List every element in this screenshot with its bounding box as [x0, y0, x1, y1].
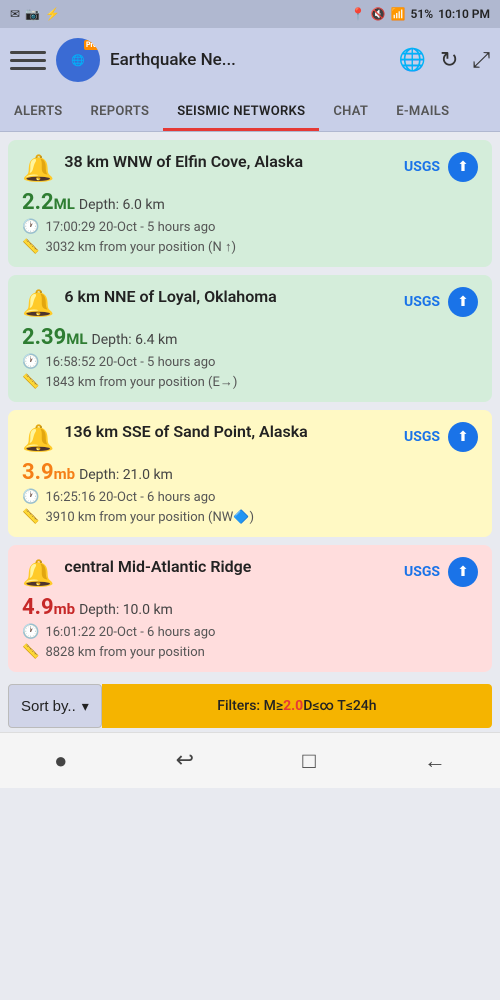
earthquake-card-2[interactable]: 🔔 6 km NNE of Loyal, Oklahoma USGS ⬆ 2.3… [8, 275, 492, 402]
bottom-navigation: ● ↩ □ ← [0, 732, 500, 788]
sort-filter-bar: Sort by.. ▾ Filters: M≥2.0 D≤∞ T≤24h [8, 684, 492, 728]
earthquake-distance-2: 1843 km from your position (E→) [45, 374, 237, 390]
earthquake-magnitude-3: 3.9 [22, 460, 54, 485]
nav-arrow-back-icon[interactable]: ← [424, 748, 446, 774]
share-button-1[interactable]: ⬆ [448, 152, 478, 182]
earthquake-alert-icon-2: 🔔 [22, 289, 54, 319]
refresh-icon[interactable]: ↻ [440, 48, 458, 73]
earthquake-depth-2: Depth: 6.4 km [92, 332, 178, 348]
menu-button[interactable] [10, 51, 46, 70]
tabs-bar: ALERTS REPORTS SEISMIC NETWORKS CHAT E-M… [0, 92, 500, 132]
earthquake-time-3: 16:25:16 20-Oct - 6 hours ago [45, 490, 215, 505]
filter-suffix: D≤∞ T≤24h [303, 698, 376, 714]
filter-m-value: 2.0 [283, 698, 303, 714]
camera-icon: 📷 [25, 7, 40, 21]
earthquake-card-4[interactable]: 🔔 central Mid-Atlantic Ridge USGS ⬆ 4.9m… [8, 545, 492, 672]
earthquake-distance-1: 3032 km from your position (N ↑) [45, 239, 236, 255]
earthquake-location-1: 38 km WNW of Elfin Cove, Alaska [64, 152, 404, 173]
distance-icon-4: 📏 [22, 644, 39, 660]
tab-emails[interactable]: E-MAILS [382, 92, 463, 131]
sort-chevron-icon: ▾ [82, 698, 89, 715]
mail-icon: ✉ [10, 7, 20, 21]
status-left-icons: ✉ 📷 ⚡ [10, 7, 60, 21]
earthquake-mag-type-3: mb [54, 465, 75, 483]
earthquake-card-3[interactable]: 🔔 136 km SSE of Sand Point, Alaska USGS … [8, 410, 492, 537]
earthquake-time-2: 16:58:52 20-Oct - 5 hours ago [45, 355, 215, 370]
earthquake-location-4: central Mid-Atlantic Ridge [64, 557, 404, 578]
share-button-2[interactable]: ⬆ [448, 287, 478, 317]
earthquake-mag-type-2: ML [66, 330, 87, 348]
globe-logo-icon: 🌐 [71, 54, 85, 67]
status-bar: ✉ 📷 ⚡ 📍 🔇 📶 51% 10:10 PM [0, 0, 500, 28]
mute-icon: 🔇 [371, 7, 386, 21]
earthquake-magnitude-1: 2.2 [22, 190, 54, 215]
distance-icon-1: 📏 [22, 239, 39, 255]
signal-icon: 📶 [391, 7, 406, 21]
time-display: 10:10 PM [438, 7, 490, 21]
usgs-badge-3: USGS [404, 429, 440, 445]
usgs-badge-2: USGS [404, 294, 440, 310]
share-icon-3: ⬆ [457, 429, 469, 445]
time-icon-1: 🕐 [22, 219, 39, 235]
earthquake-magnitude-4: 4.9 [22, 595, 54, 620]
earthquake-location-2: 6 km NNE of Loyal, Oklahoma [64, 287, 404, 308]
sort-by-button[interactable]: Sort by.. ▾ [8, 684, 102, 728]
app-title: Earthquake Ne... [110, 50, 389, 70]
usgs-badge-4: USGS [404, 564, 440, 580]
global-icon[interactable]: 🌐 [399, 48, 426, 73]
earthquake-magnitude-2: 2.39 [22, 325, 66, 350]
expand-icon[interactable]: ⤢ [472, 48, 490, 73]
app-bar-actions: 🌐 ↻ ⤢ [399, 48, 490, 73]
app-bar: 🌐 Pro Earthquake Ne... 🌐 ↻ ⤢ [0, 28, 500, 92]
sort-by-label: Sort by.. [21, 698, 76, 715]
battery-level: 51% [411, 7, 434, 21]
nav-dot-icon[interactable]: ● [54, 748, 67, 774]
share-button-3[interactable]: ⬆ [448, 422, 478, 452]
tab-reports[interactable]: REPORTS [77, 92, 164, 131]
nav-back-icon[interactable]: ↩ [176, 748, 194, 773]
filter-bar[interactable]: Filters: M≥2.0 D≤∞ T≤24h [102, 684, 492, 728]
location-icon: 📍 [351, 7, 366, 21]
time-icon-4: 🕐 [22, 624, 39, 640]
earthquake-depth-1: Depth: 6.0 km [79, 197, 165, 213]
tab-chat[interactable]: CHAT [319, 92, 382, 131]
share-icon-4: ⬆ [457, 564, 469, 580]
earthquake-card-1[interactable]: 🔔 38 km WNW of Elfin Cove, Alaska USGS ⬆… [8, 140, 492, 267]
share-icon-2: ⬆ [457, 294, 469, 310]
tab-seismic-networks[interactable]: SEISMIC NETWORKS [163, 92, 319, 131]
earthquake-distance-4: 8828 km from your position [45, 645, 204, 660]
earthquake-time-4: 16:01:22 20-Oct - 6 hours ago [45, 625, 215, 640]
earthquake-alert-icon-1: 🔔 [22, 154, 54, 184]
share-button-4[interactable]: ⬆ [448, 557, 478, 587]
time-icon-2: 🕐 [22, 354, 39, 370]
distance-icon-2: 📏 [22, 374, 39, 390]
earthquake-list: 🔔 38 km WNW of Elfin Cove, Alaska USGS ⬆… [0, 132, 500, 680]
earthquake-depth-4: Depth: 10.0 km [79, 602, 173, 618]
earthquake-depth-3: Depth: 21.0 km [79, 467, 173, 483]
usgs-badge-1: USGS [404, 159, 440, 175]
time-icon-3: 🕐 [22, 489, 39, 505]
app-logo: 🌐 Pro [56, 38, 100, 82]
earthquake-distance-3: 3910 km from your position (NW🔷) [45, 510, 254, 525]
distance-icon-3: 📏 [22, 509, 39, 525]
earthquake-alert-icon-3: 🔔 [22, 424, 54, 454]
earthquake-mag-type-1: ML [54, 195, 75, 213]
earthquake-location-3: 136 km SSE of Sand Point, Alaska [64, 422, 404, 443]
status-right: 📍 🔇 📶 51% 10:10 PM [351, 7, 490, 21]
pro-badge: Pro [84, 40, 99, 50]
earthquake-mag-type-4: mb [54, 600, 75, 618]
share-icon-1: ⬆ [457, 159, 469, 175]
filter-prefix: Filters: M≥ [217, 698, 283, 714]
nav-home-icon[interactable]: □ [302, 748, 315, 774]
bolt-icon: ⚡ [45, 7, 60, 21]
tab-alerts[interactable]: ALERTS [0, 92, 77, 131]
earthquake-alert-icon-4: 🔔 [22, 559, 54, 589]
earthquake-time-1: 17:00:29 20-Oct - 5 hours ago [45, 220, 215, 235]
